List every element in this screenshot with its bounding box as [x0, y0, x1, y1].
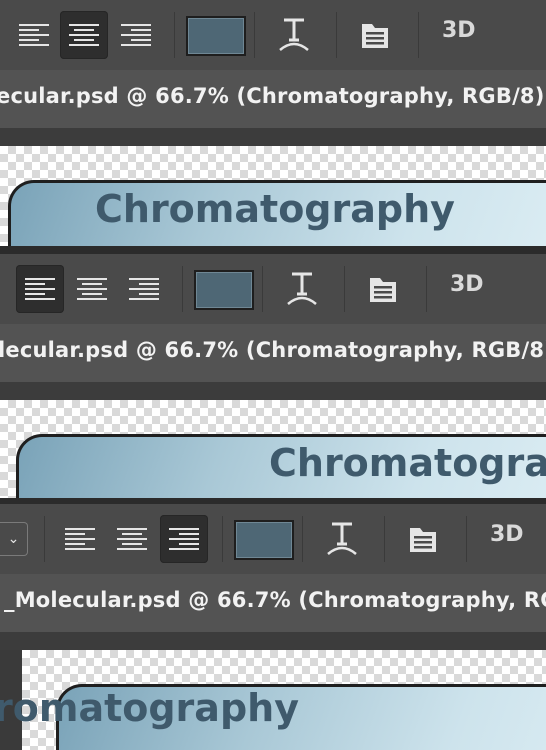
- character-paragraph-panel-icon: [370, 278, 396, 302]
- document-tab[interactable]: _Molecular.psd @ 66.7% (Chromatography, …: [0, 574, 546, 632]
- align-left-icon: [25, 278, 55, 300]
- document-tab[interactable]: lecular.psd @ 66.7% (Chromatography, RGB…: [0, 324, 546, 382]
- warp-text-icon: [279, 18, 309, 51]
- document-tab-title: lecular.psd @ 66.7% (Chromatography, RGB…: [0, 338, 546, 362]
- banner-title-text: Chromatograp: [269, 441, 546, 485]
- warp-text-button[interactable]: [276, 14, 312, 54]
- text-color-swatch[interactable]: [186, 16, 246, 56]
- character-panel-button[interactable]: [360, 20, 390, 50]
- title-banner: Chromatography: [8, 180, 546, 246]
- align-center-icon: [77, 278, 107, 300]
- align-center-button[interactable]: [60, 11, 108, 59]
- toolbar-divider: [344, 266, 345, 312]
- toolbar-divider: [174, 12, 175, 58]
- ruler-strip: [0, 632, 546, 650]
- screenshot-panel-2: 3D lecular.psd @ 66.7% (Chromatography, …: [0, 254, 546, 498]
- align-left-button[interactable]: [16, 265, 64, 313]
- toolbar-divider: [254, 12, 255, 58]
- text-color-swatch[interactable]: [234, 520, 294, 560]
- toolbar-divider: [302, 516, 303, 562]
- document-tab-title: _Molecular.psd @ 66.7% (Chromatography, …: [4, 588, 546, 612]
- toolbar-divider: [222, 516, 223, 562]
- document-tab[interactable]: ecular.psd @ 66.7% (Chromatography, RGB/…: [0, 70, 546, 128]
- align-left-button[interactable]: [10, 11, 58, 59]
- warp-text-button[interactable]: [284, 268, 320, 308]
- options-toolbar: ⌄ 3D: [0, 504, 546, 575]
- toolbar-divider: [384, 516, 385, 562]
- warp-text-icon: [327, 522, 357, 555]
- align-left-icon: [65, 528, 95, 550]
- ruler-strip: [0, 128, 546, 146]
- 3d-button[interactable]: 3D: [490, 522, 524, 547]
- character-paragraph-panel-icon: [362, 24, 388, 48]
- 3d-button[interactable]: 3D: [442, 18, 476, 43]
- ruler-strip: [0, 382, 546, 400]
- document-canvas[interactable]: Chromatography: [0, 146, 546, 246]
- toolbar-divider: [426, 266, 427, 312]
- align-center-button[interactable]: [68, 265, 116, 313]
- toolbar-divider: [182, 266, 183, 312]
- align-right-icon: [121, 24, 151, 46]
- banner-title-text: Chromatography: [95, 187, 455, 231]
- screenshot-panel-1: 3D ecular.psd @ 66.7% (Chromatography, R…: [0, 0, 546, 246]
- character-panel-button[interactable]: [368, 274, 398, 304]
- banner-title-text: romatography: [0, 686, 299, 730]
- toolbar-divider: [336, 12, 337, 58]
- font-size-dropdown[interactable]: ⌄: [0, 522, 28, 556]
- toolbar-divider: [262, 266, 263, 312]
- chevron-down-icon: ⌄: [7, 531, 20, 547]
- 3d-button[interactable]: 3D: [450, 272, 484, 297]
- align-right-button[interactable]: [120, 265, 168, 313]
- toolbar-divider: [466, 516, 467, 562]
- text-color-swatch[interactable]: [194, 270, 254, 310]
- align-right-icon: [169, 528, 199, 550]
- align-center-icon: [69, 24, 99, 46]
- document-tab-title: ecular.psd @ 66.7% (Chromatography, RGB/…: [0, 84, 546, 108]
- warp-text-icon: [287, 272, 317, 305]
- character-paragraph-panel-icon: [410, 528, 436, 552]
- title-banner: Chromatograp: [16, 434, 546, 498]
- toolbar-divider: [418, 12, 419, 58]
- screenshot-panel-3: ⌄ 3D _Molecular.psd @ 66.7% (Chromatogra…: [0, 504, 546, 750]
- toolbar-divider: [44, 516, 45, 562]
- align-right-button[interactable]: [112, 11, 160, 59]
- align-center-button[interactable]: [108, 515, 156, 563]
- character-panel-button[interactable]: [408, 524, 438, 554]
- align-center-icon: [117, 528, 147, 550]
- align-right-button[interactable]: [160, 515, 208, 563]
- align-left-button[interactable]: [56, 515, 104, 563]
- align-right-icon: [129, 278, 159, 300]
- warp-text-button[interactable]: [324, 518, 360, 558]
- options-toolbar: 3D: [0, 0, 546, 71]
- document-canvas[interactable]: Chromatograp: [0, 400, 546, 498]
- options-toolbar: 3D: [0, 254, 546, 325]
- align-left-icon: [19, 24, 49, 46]
